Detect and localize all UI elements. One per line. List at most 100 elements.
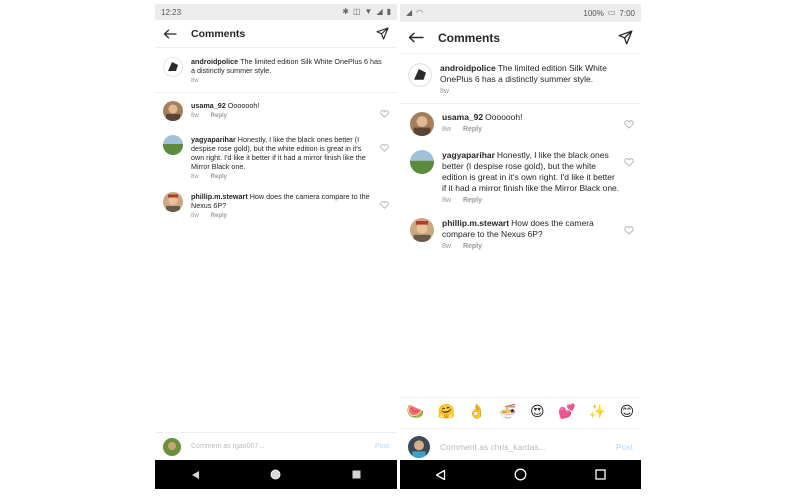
username[interactable]: androidpolice bbox=[440, 63, 496, 73]
nav-home-circle-icon[interactable] bbox=[510, 465, 530, 485]
reply-button[interactable]: Reply bbox=[211, 213, 227, 219]
comment-content: usama_92 Ooooooh! bbox=[442, 112, 620, 123]
emoji-ok-hand-button[interactable]: 👌 bbox=[468, 404, 485, 420]
nav-back-triangle-icon[interactable] bbox=[430, 465, 450, 485]
status-bar: ◢ ◠ 100% ▭ 7:00 bbox=[400, 4, 641, 22]
heart-icon[interactable] bbox=[380, 139, 389, 180]
avatar[interactable] bbox=[163, 57, 183, 77]
comment-time: 8w bbox=[440, 88, 449, 95]
comment-time: 8w bbox=[191, 174, 199, 180]
avatar[interactable] bbox=[410, 112, 434, 136]
comment-meta: 8w bbox=[191, 78, 385, 84]
phone-screen-right: ◢ ◠ 100% ▭ 7:00 Comments androidpolice Th… bbox=[400, 4, 641, 489]
comment-text: Ooooooh! bbox=[485, 112, 523, 122]
comment-time: 8w bbox=[191, 113, 199, 119]
page-title: Comments bbox=[191, 27, 246, 40]
avatar[interactable] bbox=[410, 150, 434, 174]
comment-item: usama_92 Ooooooh! 8w Reply bbox=[155, 93, 397, 127]
emoji-watermelon-button[interactable]: 🍉 bbox=[407, 404, 424, 420]
comment-body: phillip.m.stewart How does the camera com… bbox=[442, 218, 620, 250]
username[interactable]: usama_92 bbox=[442, 112, 483, 122]
caption-body: androidpolice The limited edition Silk Wh… bbox=[440, 63, 629, 95]
battery-percent: 100% bbox=[583, 8, 604, 18]
nav-recents-square-icon[interactable] bbox=[347, 465, 367, 485]
comment-text: Ooooooh! bbox=[227, 101, 260, 110]
emoji-heart-eyes-button[interactable]: 😍 bbox=[530, 404, 545, 420]
nav-back-triangle-icon[interactable] bbox=[185, 465, 205, 485]
post-button[interactable]: Post bbox=[616, 442, 633, 452]
comment-item: usama_92 Ooooooh! 8w Reply bbox=[400, 104, 641, 142]
reply-button[interactable]: Reply bbox=[463, 126, 482, 133]
status-time: 7:00 bbox=[619, 8, 635, 18]
post-caption: androidpolice The limited edition Silk Wh… bbox=[400, 54, 641, 104]
wifi-icon: ◠ bbox=[416, 8, 424, 17]
comment-input[interactable] bbox=[440, 441, 616, 452]
comment-time: 8w bbox=[442, 126, 451, 133]
reply-button[interactable]: Reply bbox=[463, 197, 482, 204]
caption-text: androidpolice The limited edition Silk Wh… bbox=[440, 63, 629, 85]
comment-time: 8w bbox=[442, 243, 451, 250]
username[interactable]: yagyaparihar bbox=[191, 135, 236, 144]
username[interactable]: yagyaparihar bbox=[442, 150, 495, 160]
android-nav-bar bbox=[155, 460, 397, 489]
avatar[interactable] bbox=[163, 135, 183, 155]
comment-time: 8w bbox=[191, 78, 199, 84]
comment-body: yagyaparihar Honestly, I like the black o… bbox=[442, 150, 620, 204]
comment-content: phillip.m.stewart How does the camera com… bbox=[191, 192, 376, 210]
page-title: Comments bbox=[438, 30, 501, 45]
avatar[interactable] bbox=[408, 63, 432, 87]
comment-body: yagyaparihar Honestly, I like the black o… bbox=[191, 135, 376, 180]
username[interactable]: phillip.m.stewart bbox=[442, 218, 509, 228]
battery-icon: ▮ bbox=[386, 7, 391, 16]
heart-icon[interactable] bbox=[380, 105, 389, 123]
android-nav-bar bbox=[400, 460, 641, 489]
phone-screen-left: 12:23 ✱ ◫ ▼ ◢ ▮ Comments androidpolice Th… bbox=[155, 4, 397, 489]
signal-icon: ◢ bbox=[376, 7, 383, 16]
comment-content: phillip.m.stewart How does the camera com… bbox=[442, 218, 620, 240]
send-icon[interactable] bbox=[376, 27, 389, 40]
heart-icon[interactable] bbox=[380, 196, 389, 219]
username[interactable]: androidpolice bbox=[191, 57, 238, 66]
status-bar: 12:23 ✱ ◫ ▼ ◢ ▮ bbox=[155, 4, 397, 20]
emoji-two-hearts-button[interactable]: 💕 bbox=[558, 404, 575, 420]
nav-home-circle-icon[interactable] bbox=[266, 465, 286, 485]
status-icons-left: ◢ ◠ bbox=[406, 9, 423, 17]
send-icon[interactable] bbox=[618, 30, 633, 45]
comment-content: yagyaparihar Honestly, I like the black o… bbox=[442, 150, 620, 194]
comment-meta: 8w Reply bbox=[442, 243, 620, 250]
avatar[interactable] bbox=[410, 218, 434, 242]
comment-item: yagyaparihar Honestly, I like the black o… bbox=[155, 127, 397, 184]
quick-emoji-bar: 🍉 🤗 👌 🍜 😍 💕 ✨ 😊 bbox=[400, 397, 641, 425]
avatar bbox=[163, 437, 181, 456]
comment-time: 8w bbox=[442, 197, 451, 204]
comment-meta: 8w Reply bbox=[191, 174, 376, 180]
reply-button[interactable]: Reply bbox=[211, 113, 227, 119]
emoji-smile-button[interactable]: 😊 bbox=[620, 404, 635, 420]
nav-recents-square-icon[interactable] bbox=[591, 465, 611, 485]
comment-body: phillip.m.stewart How does the camera com… bbox=[191, 192, 376, 219]
emoji-noodles-button[interactable]: 🍜 bbox=[499, 404, 516, 420]
emoji-hugging-button[interactable]: 🤗 bbox=[438, 404, 455, 420]
comment-content: usama_92 Ooooooh! bbox=[191, 101, 376, 110]
comment-meta: 8w Reply bbox=[442, 197, 620, 204]
app-header: Comments bbox=[155, 20, 397, 48]
comment-time: 8w bbox=[191, 213, 199, 219]
comment-meta: 8w Reply bbox=[191, 213, 376, 219]
username[interactable]: usama_92 bbox=[191, 101, 226, 110]
heart-icon[interactable] bbox=[624, 116, 634, 136]
avatar[interactable] bbox=[163, 101, 183, 121]
username[interactable]: phillip.m.stewart bbox=[191, 192, 248, 201]
emoji-sparkles-button[interactable]: ✨ bbox=[589, 404, 606, 420]
signal-icon: ◢ bbox=[406, 8, 413, 17]
reply-button[interactable]: Reply bbox=[463, 243, 482, 250]
heart-icon[interactable] bbox=[624, 154, 634, 204]
status-icons: ✱ ◫ ▼ ◢ ▮ bbox=[342, 8, 391, 16]
reply-button[interactable]: Reply bbox=[211, 174, 227, 180]
comment-input[interactable] bbox=[191, 443, 375, 450]
avatar[interactable] bbox=[163, 192, 183, 212]
comment-composer: Post bbox=[400, 428, 641, 464]
heart-icon[interactable] bbox=[624, 222, 634, 250]
back-arrow-icon[interactable] bbox=[163, 29, 177, 39]
post-button[interactable]: Post bbox=[375, 443, 389, 450]
back-arrow-icon[interactable] bbox=[408, 32, 424, 43]
